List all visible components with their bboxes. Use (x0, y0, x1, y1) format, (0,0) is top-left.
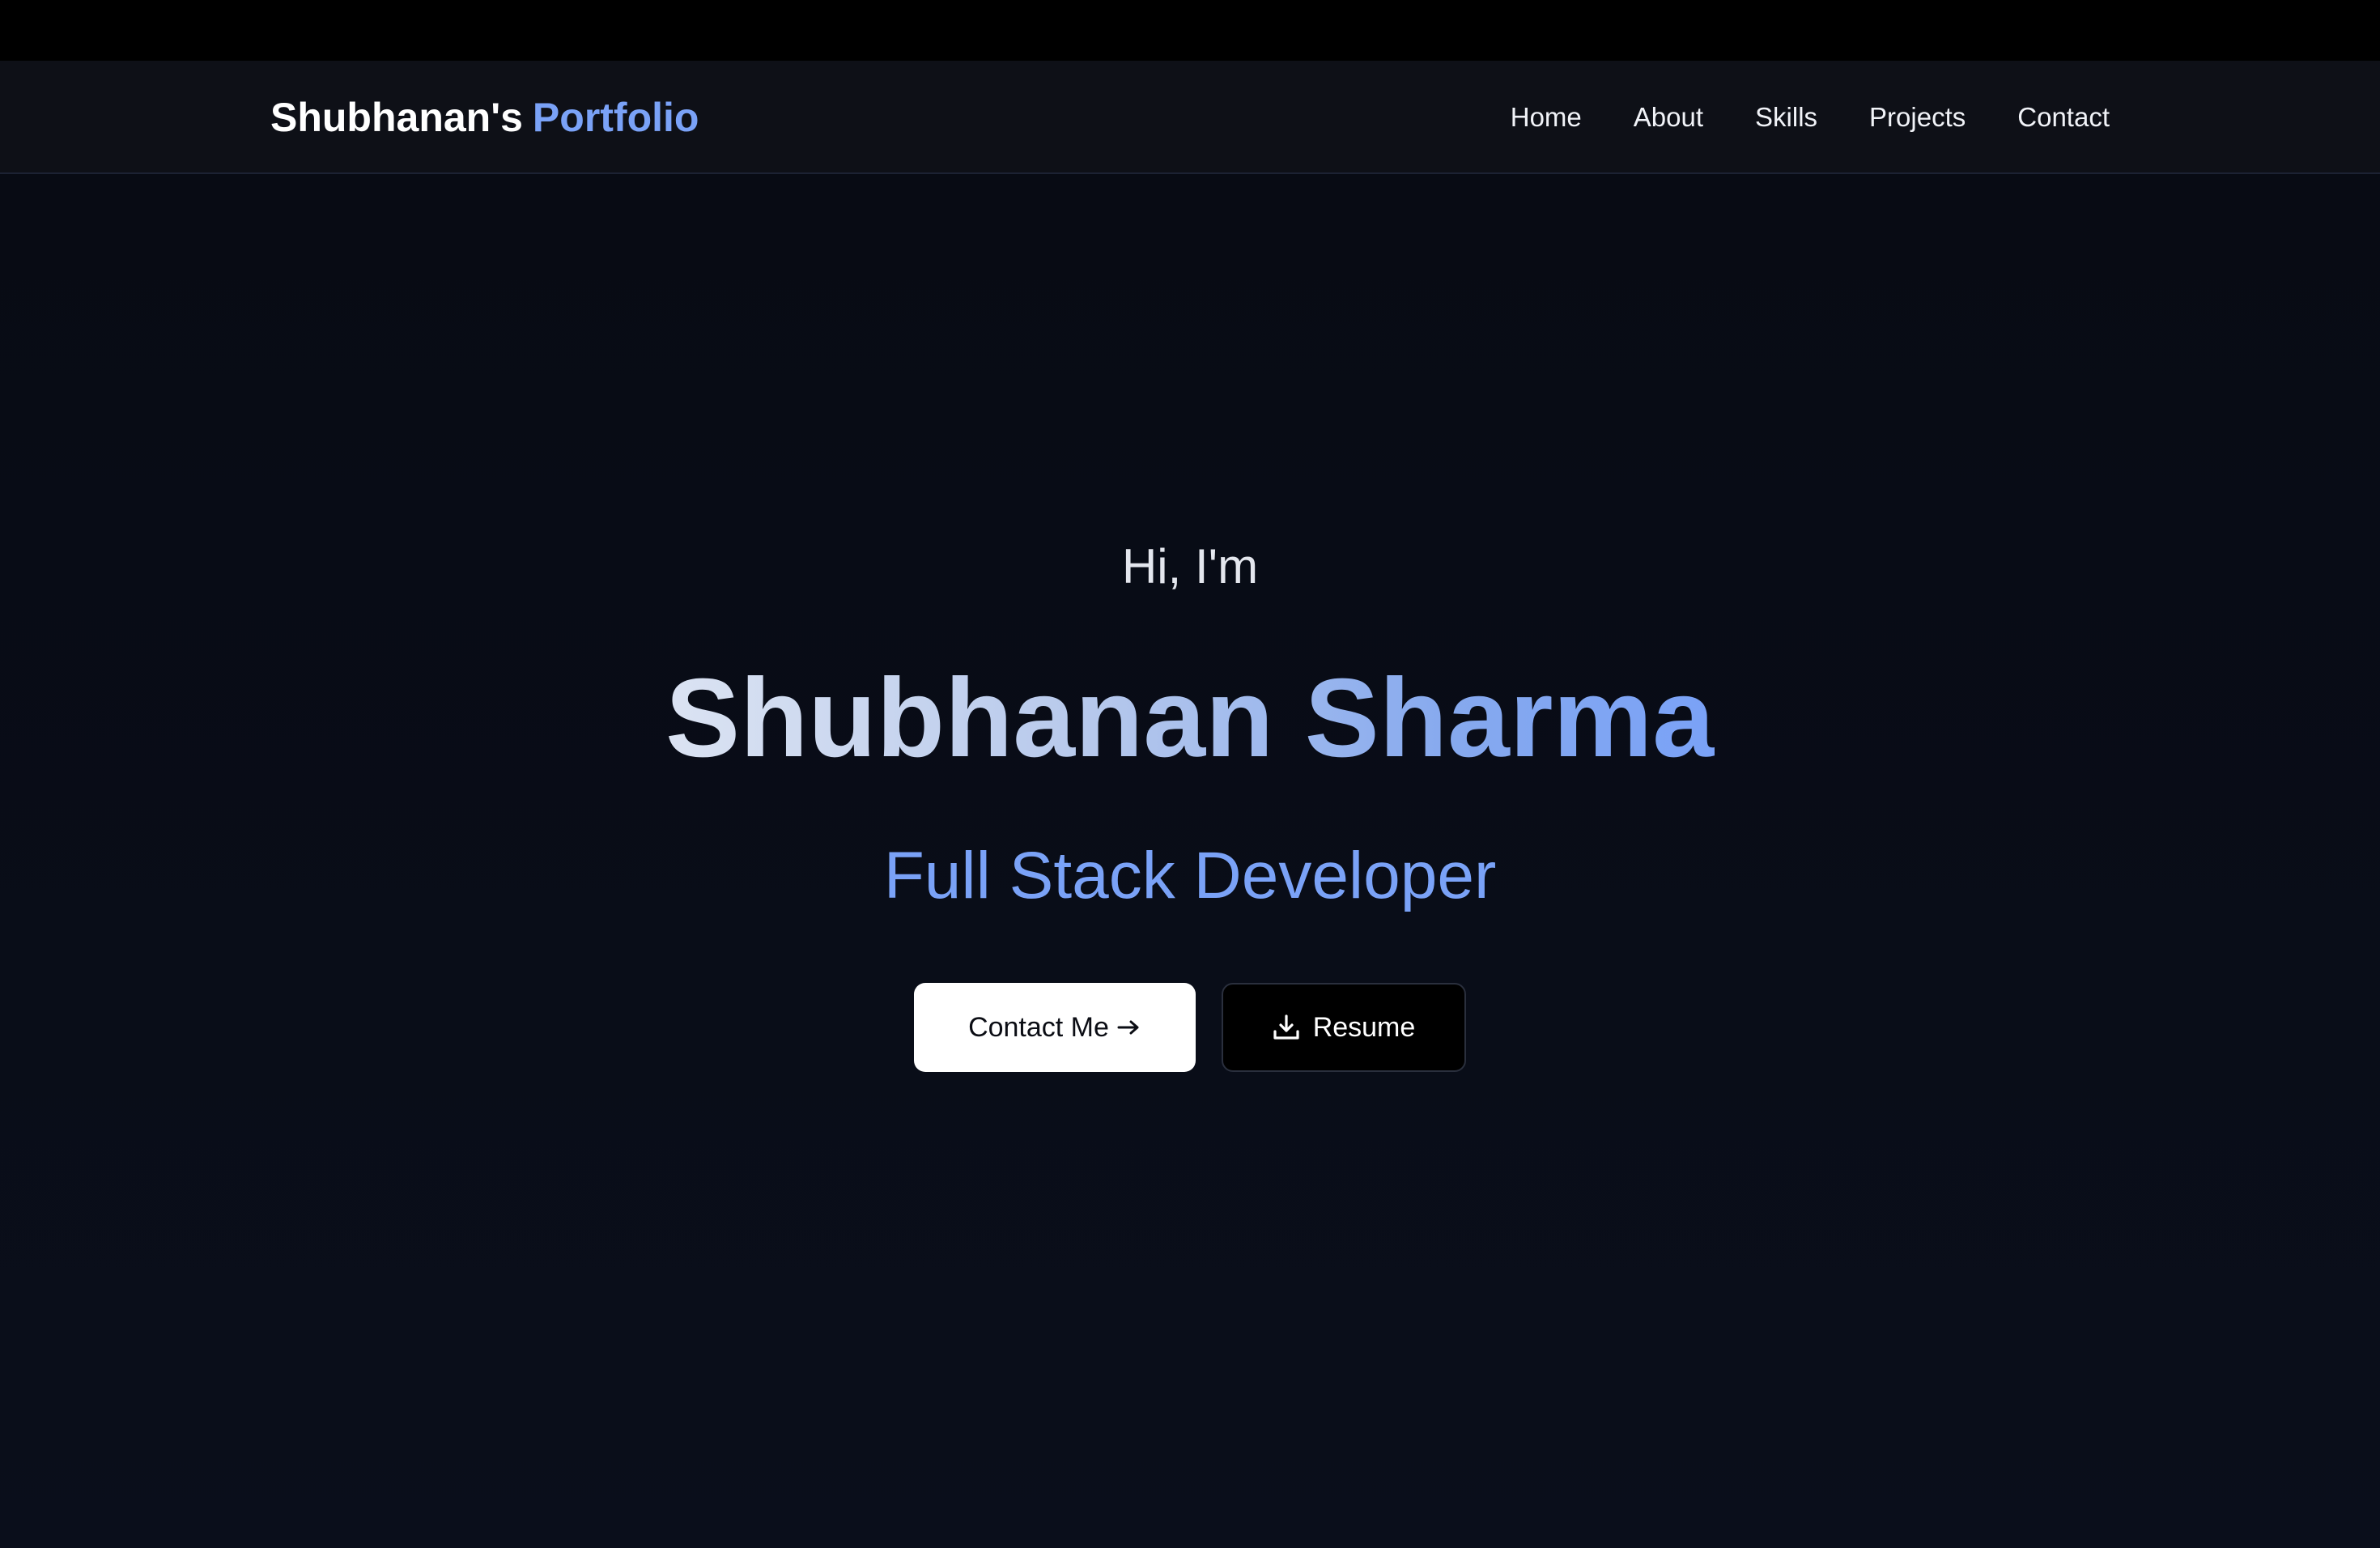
brand-logo[interactable]: Shubhanan's Portfolio (270, 61, 699, 174)
nav-link-projects[interactable]: Projects (1869, 102, 1966, 133)
nav-links: Home About Skills Projects Contact (1511, 61, 2110, 174)
nav-link-home[interactable]: Home (1511, 102, 1582, 133)
hero-role: Full Stack Developer (883, 839, 1497, 912)
nav-link-contact[interactable]: Contact (2017, 102, 2110, 133)
hero-buttons: Contact Me Resume (0, 983, 2380, 1072)
nav-link-skills[interactable]: Skills (1755, 102, 1817, 133)
navbar: Shubhanan's Portfolio Home About Skills … (0, 61, 2380, 174)
resume-label: Resume (1312, 1011, 1416, 1043)
contact-me-label: Contact Me (968, 1011, 1109, 1043)
contact-me-button[interactable]: Contact Me (914, 983, 1196, 1072)
arrow-right-icon (1117, 1018, 1141, 1037)
download-icon (1273, 1014, 1300, 1041)
hero-name-text: Shubhanan Sharma (665, 656, 1715, 780)
hero-section: Hi, I'm Shubhanan Sharma Full Stack Deve… (0, 174, 2380, 1548)
hero-greeting: Hi, I'm (1121, 539, 1259, 593)
brand-accent: Portfolio (532, 95, 699, 140)
nav-link-about[interactable]: About (1634, 102, 1703, 133)
top-black-bar (0, 0, 2380, 61)
brand-name: Shubhanan's (270, 95, 523, 140)
hero-name: Shubhanan Sharma (0, 652, 2380, 786)
resume-button[interactable]: Resume (1222, 983, 1466, 1072)
